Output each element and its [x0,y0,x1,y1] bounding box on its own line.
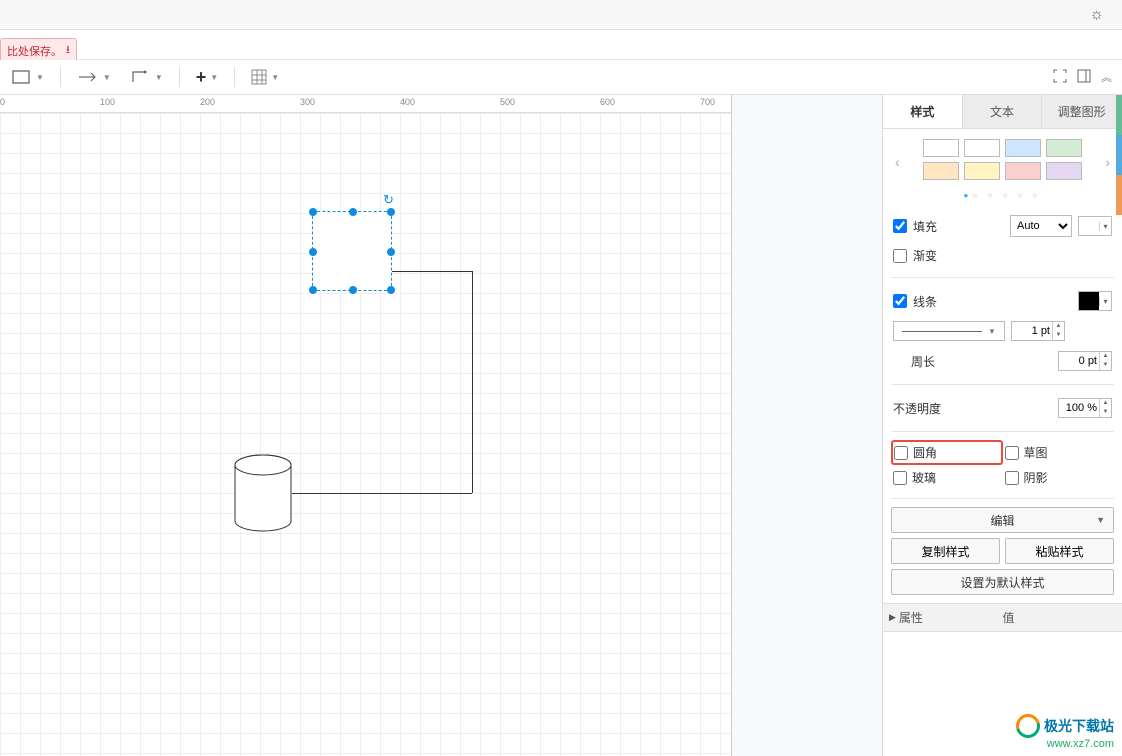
selected-rectangle[interactable]: ↻ [312,211,392,291]
rect-tool[interactable]: ▼ [6,65,50,89]
arrow-tool[interactable]: ▼ [71,67,117,87]
title-bar: ☼ [0,0,1122,30]
perimeter-spinner[interactable]: ▲▼ [1058,351,1112,371]
waypoint-tool[interactable]: ▼ [125,66,169,88]
properties-panel: 样式 文本 调整图形 ‹ [882,95,1122,756]
color-swatch[interactable] [923,162,959,180]
canvas[interactable]: ↻ [0,113,731,756]
rounded-option[interactable]: 圆角 [891,440,1003,465]
fullscreen-icon[interactable] [1053,69,1067,86]
perimeter-label: 周长 [911,353,935,370]
resize-handle[interactable] [387,208,395,216]
rounded-checkbox[interactable] [894,446,908,460]
sketch-option[interactable]: 草图 [1003,440,1115,465]
resize-handle[interactable] [387,248,395,256]
paste-style-button[interactable]: 粘贴样式 [1005,538,1114,564]
color-swatch[interactable] [1046,139,1082,157]
toolbar: ▼ ▼ ▼ + ▼ ▼ ︽ [0,60,1122,95]
ruler-horizontal: 0 100 200 300 400 500 600 700 800 [0,95,731,113]
resize-handle[interactable] [349,208,357,216]
line-style-select[interactable]: ▼ [893,321,1005,341]
sidebar-icon[interactable] [1077,69,1091,86]
opacity-spinner[interactable]: ▲▼ [1058,398,1112,418]
expand-icon: ▶ [889,612,896,623]
glass-option[interactable]: 玻璃 [891,465,1003,490]
line-width-spinner[interactable]: ▲▼ [1011,321,1065,341]
sketch-checkbox[interactable] [1005,446,1019,460]
glass-checkbox[interactable] [893,471,907,485]
resize-handle[interactable] [309,248,317,256]
gradient-checkbox[interactable] [893,249,907,263]
shadow-checkbox[interactable] [1005,471,1019,485]
resize-handle[interactable] [349,286,357,294]
chevron-down-icon: ▼ [103,73,111,82]
collapse-icon[interactable]: ︽ [1101,69,1112,85]
sketch-label: 草图 [1024,444,1048,461]
grid-tool[interactable]: ▼ [245,65,285,89]
connector-line[interactable] [392,271,472,272]
swatch-next-icon[interactable]: › [1101,154,1114,170]
color-swatch[interactable] [964,162,1000,180]
tab-style[interactable]: 样式 [883,95,963,128]
fill-checkbox[interactable] [893,219,907,233]
chevron-down-icon: ▼ [155,73,163,82]
brightness-icon[interactable]: ☼ [1089,6,1104,24]
color-swatch[interactable] [1046,162,1082,180]
resize-handle[interactable] [309,208,317,216]
edit-button[interactable]: 编辑▼ [891,507,1114,533]
attributes-header[interactable]: ▶属性 值 [883,603,1122,632]
chevron-down-icon: ▼ [1096,515,1105,525]
opacity-label: 不透明度 [893,400,1052,417]
set-default-button[interactable]: 设置为默认样式 [891,569,1114,595]
line-checkbox[interactable] [893,294,907,308]
save-bar: 比处保存。 ⭳ [0,30,1122,60]
rounded-label: 圆角 [913,444,937,461]
fill-label: 填充 [913,218,1004,235]
fill-color-picker[interactable]: ▾ [1078,216,1112,236]
fill-mode-select[interactable]: Auto [1010,215,1072,237]
resize-handle[interactable] [387,286,395,294]
color-swatch[interactable] [923,139,959,157]
swatch-pagination[interactable]: ●○ ○ ○ ○ ○ [891,191,1114,200]
color-swatch[interactable] [964,139,1000,157]
canvas-edge [732,95,882,756]
glass-label: 玻璃 [912,469,936,486]
color-swatch[interactable] [1005,162,1041,180]
tab-adjust[interactable]: 调整图形 [1042,95,1122,128]
cylinder-shape[interactable] [232,453,294,538]
watermark: 极光下载站 www.xz7.com [1016,714,1114,750]
color-swatch[interactable] [1005,139,1041,157]
line-color-picker[interactable]: ▾ [1078,291,1112,311]
chevron-down-icon: ▼ [271,73,279,82]
canvas-area[interactable]: 0 100 200 300 400 500 600 700 800 ↻ [0,95,732,756]
add-tool[interactable]: + ▼ [190,63,224,92]
download-icon: ⭳ [66,41,70,60]
shadow-label: 阴影 [1024,469,1048,486]
shadow-option[interactable]: 阴影 [1003,465,1115,490]
chevron-down-icon: ▼ [36,73,44,82]
connector-line[interactable] [292,493,472,494]
chevron-down-icon: ▼ [210,73,218,82]
panel-tabs: 样式 文本 调整图形 [883,95,1122,129]
rotate-handle[interactable]: ↻ [383,192,397,206]
save-text: 比处保存。 [7,43,62,59]
connector-line[interactable] [472,271,473,493]
resize-handle[interactable] [309,286,317,294]
side-strip [1116,95,1122,215]
gradient-label: 渐变 [913,247,1112,264]
swatch-prev-icon[interactable]: ‹ [891,154,904,170]
tab-text[interactable]: 文本 [963,95,1043,128]
line-label: 线条 [913,293,1072,310]
copy-style-button[interactable]: 复制样式 [891,538,1000,564]
